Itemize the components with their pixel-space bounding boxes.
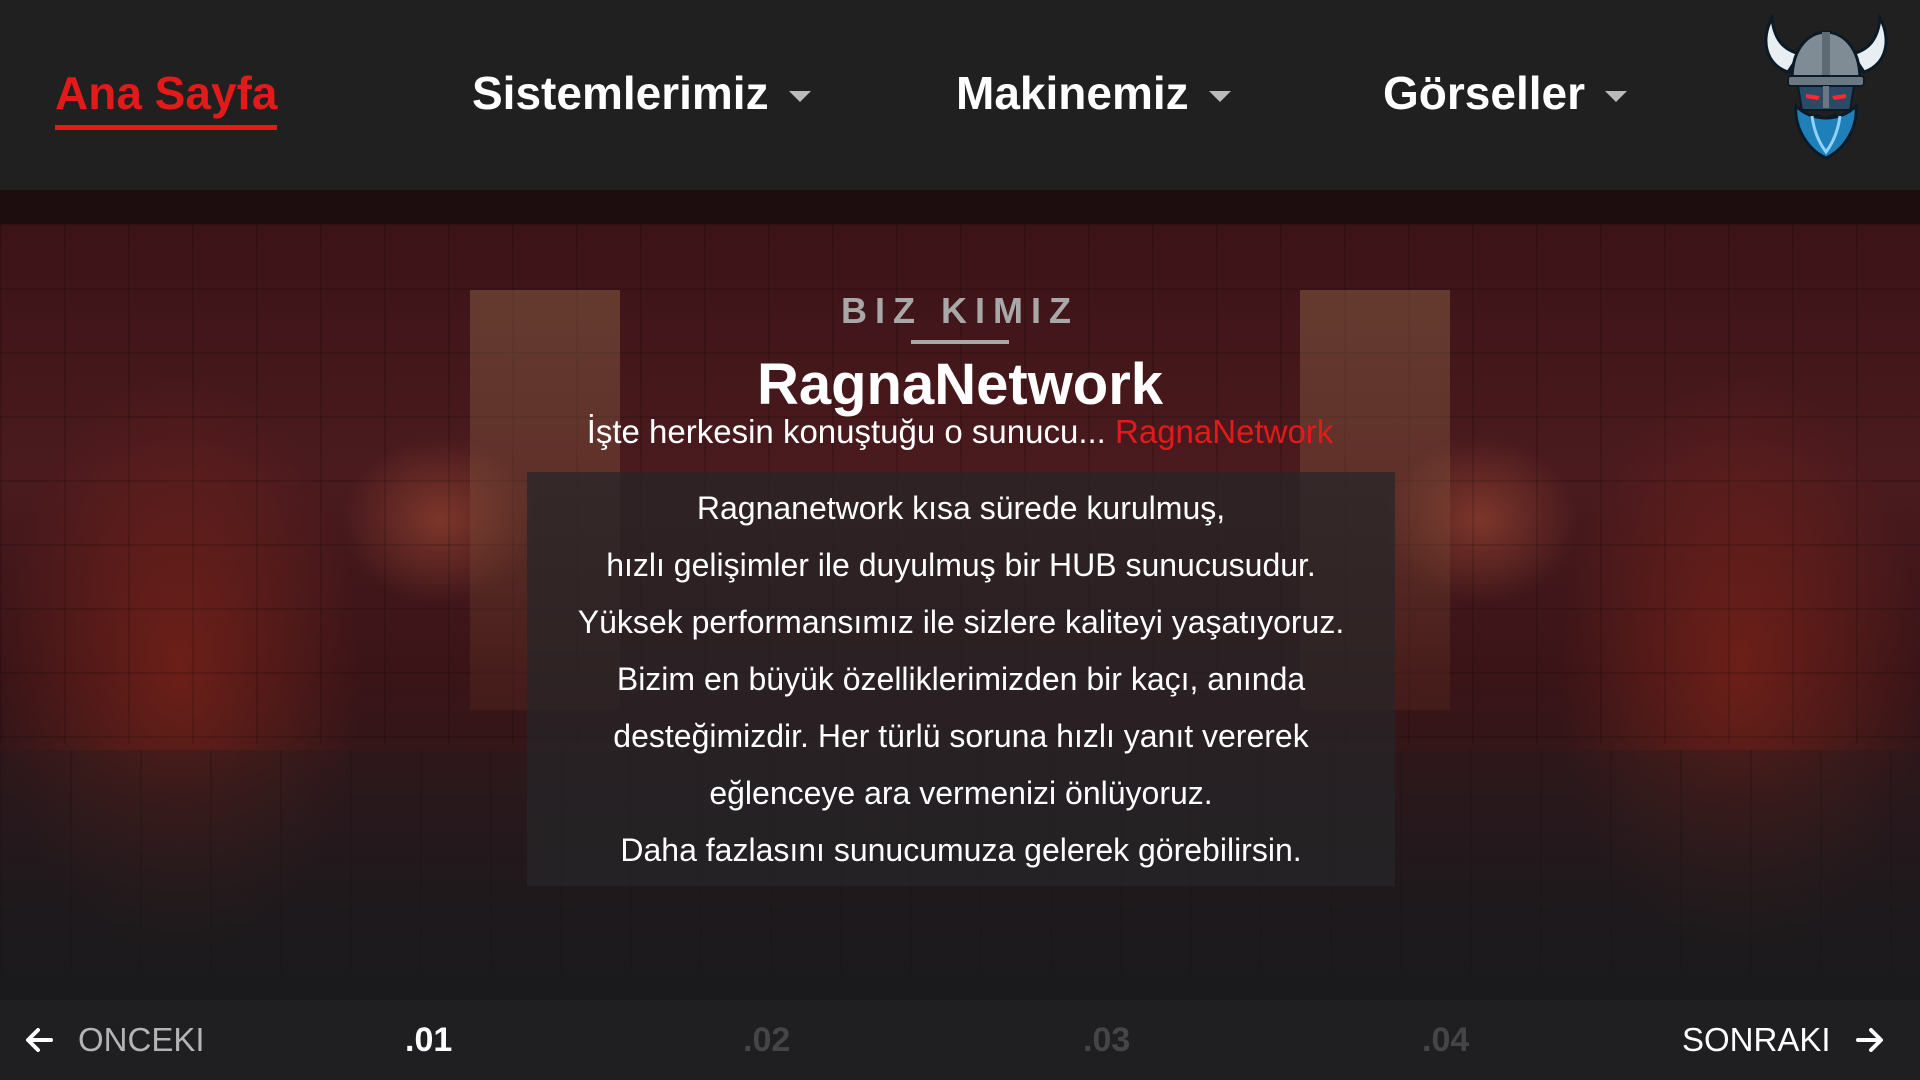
- section-label: BIZ KIMIZ: [841, 290, 1079, 331]
- page-indicator-04[interactable]: .04: [1422, 1018, 1469, 1062]
- hero-shadow-bar: [0, 190, 1920, 224]
- nav-item-ana-sayfa[interactable]: Ana Sayfa: [55, 58, 278, 130]
- previous-slide-button[interactable]: ONCEKI: [22, 1018, 205, 1062]
- description-line: Ragnanetwork kısa sürede kurulmuş,: [696, 490, 1226, 526]
- nav-item-makinemiz[interactable]: Makinemiz: [956, 58, 1231, 128]
- description-line: Daha fazlasını sunucumuza gelerek görebi…: [620, 832, 1302, 868]
- slider-pager: ONCEKI .01 .02 .03 .04 SONRAKI: [0, 1000, 1920, 1080]
- page-indicator-02[interactable]: .02: [743, 1018, 790, 1062]
- next-label: SONRAKI: [1682, 1021, 1831, 1058]
- viking-warrior-logo-icon[interactable]: [1758, 10, 1894, 162]
- page-indicator-01[interactable]: .01: [405, 1018, 452, 1062]
- previous-label: ONCEKI: [78, 1021, 205, 1058]
- caret-down-icon: [788, 90, 811, 102]
- description-line: hızlı gelişimler ile duyulmuş bir HUB su…: [606, 547, 1316, 583]
- description-line: Bizim en büyük özelliklerimizden bir kaç…: [616, 661, 1306, 697]
- next-slide-button[interactable]: SONRAKI: [1682, 1018, 1887, 1062]
- page-indicator-03[interactable]: .03: [1083, 1018, 1130, 1062]
- viking-logo-svg: [1764, 12, 1888, 160]
- tagline-text: İşte herkesin konuştuğu o sunucu...: [586, 413, 1116, 450]
- nav-item-label: Ana Sayfa: [55, 67, 278, 119]
- description-line: Yüksek performansımız ile sizlere kalite…: [577, 604, 1345, 640]
- nav-item-label: Makinemiz: [956, 67, 1189, 119]
- tagline-accent: RagnaNetwork: [1115, 413, 1334, 450]
- caret-down-icon: [1605, 90, 1627, 102]
- arrow-left-icon: [22, 1023, 56, 1057]
- nav-item-label: Sistemlerimiz: [472, 67, 769, 119]
- section-label-underline: [911, 340, 1009, 344]
- nav-item-gorseller[interactable]: Görseller: [1383, 58, 1627, 128]
- description-line: eğlenceye ara vermenizi önlüyoruz.: [709, 775, 1213, 811]
- hero-tagline: İşte herkesin konuştuğu o sunucu... Ragn…: [0, 410, 1920, 454]
- top-navbar: Ana Sayfa Sistemlerimiz Makinemiz Görsel…: [0, 0, 1920, 190]
- section-label-wrap: BIZ KIMIZ: [0, 290, 1920, 342]
- caret-down-icon: [1208, 90, 1231, 102]
- description-line: desteğimizdir. Her türlü soruna hızlı ya…: [613, 718, 1309, 754]
- description-box: Ragnanetwork kısa sürede kurulmuş, hızlı…: [527, 472, 1395, 886]
- nav-item-sistemlerimiz[interactable]: Sistemlerimiz: [472, 58, 811, 128]
- nav-item-label: Görseller: [1383, 67, 1585, 119]
- arrow-right-icon: [1853, 1023, 1887, 1057]
